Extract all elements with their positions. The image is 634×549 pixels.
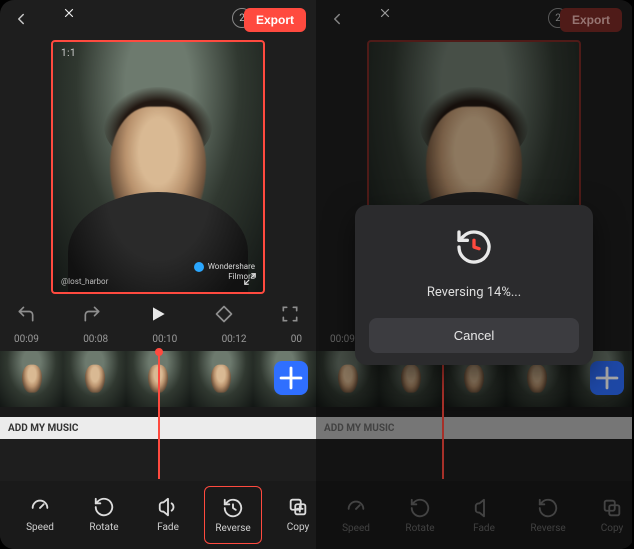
add-clip-button[interactable]: [274, 361, 308, 395]
tool-rotate: Rotate: [392, 487, 448, 543]
reversing-icon: [454, 227, 494, 267]
time-tick: 00:10: [152, 334, 177, 345]
playhead[interactable]: [158, 351, 160, 479]
thumbnail: [0, 351, 63, 407]
tool-fade[interactable]: Fade: [140, 486, 196, 542]
preview-caption: @lost_harbor: [61, 277, 108, 286]
time-tick: 00:08: [83, 334, 108, 345]
time-tick: 00:09: [330, 334, 355, 345]
close-icon[interactable]: [62, 6, 76, 20]
tool-label: Reverse: [215, 523, 250, 534]
add-clip-button: [590, 361, 624, 395]
back-icon[interactable]: [12, 10, 30, 28]
close-icon: [378, 6, 392, 20]
undo-icon[interactable]: [16, 304, 36, 324]
time-tick: 00:12: [222, 334, 247, 345]
tool-reverse: Reverse: [520, 487, 576, 543]
play-icon[interactable]: [148, 304, 168, 324]
tool-reverse[interactable]: Reverse: [204, 486, 262, 544]
fade-icon: [157, 496, 179, 518]
tool-copy[interactable]: Copy: [270, 486, 316, 542]
tools-bar: Speed Rotate Fade Reverse Copy: [0, 481, 316, 549]
video-preview[interactable]: 1:1 Wondershare Filmora @lost_harbor: [51, 40, 265, 294]
reverse-icon: [222, 497, 244, 519]
tools-bar: Speed Rotate Fade Reverse Copy: [316, 481, 632, 549]
tool-label: Rotate: [89, 522, 118, 533]
progress-text: Reversing 14%...: [369, 285, 579, 300]
thumbnail: [190, 351, 253, 407]
top-bar: 2 Export: [0, 0, 316, 40]
timeline-area: ADD MY MUSIC: [0, 351, 316, 439]
redo-icon[interactable]: [82, 304, 102, 324]
tool-rotate[interactable]: Rotate: [76, 486, 132, 542]
player-controls: [0, 294, 316, 334]
tool-speed: Speed: [328, 487, 384, 543]
cancel-button[interactable]: Cancel: [369, 318, 579, 353]
tool-label: Speed: [26, 522, 54, 533]
speed-icon: [29, 496, 51, 518]
aspect-label: 1:1: [61, 48, 76, 59]
keyframe-icon[interactable]: [214, 304, 234, 324]
tool-label: Fade: [157, 522, 179, 533]
add-music-bar: ADD MY MUSIC: [316, 417, 632, 439]
copy-icon: [287, 496, 309, 518]
export-button[interactable]: Export: [244, 8, 306, 32]
expand-icon[interactable]: [243, 272, 257, 286]
thumbnail: [63, 351, 126, 407]
fullscreen-icon[interactable]: [280, 304, 300, 324]
time-tick: 00:09: [14, 334, 39, 345]
tool-label: Copy: [287, 522, 310, 533]
progress-modal: Reversing 14%... Cancel: [355, 205, 593, 365]
back-icon: [328, 10, 346, 28]
time-tick: 00: [291, 334, 302, 345]
playhead: [442, 351, 444, 479]
tool-speed[interactable]: Speed: [12, 486, 68, 542]
tool-fade: Fade: [456, 487, 512, 543]
editor-pane-processing: 2 Export 00:09 ADD MY MUSIC: [316, 0, 632, 549]
editor-pane: 2 Export 1:1 Wondershare Filmora @lost_h…: [0, 0, 316, 549]
tool-copy: Copy: [584, 487, 632, 543]
export-button: Export: [560, 8, 622, 32]
rotate-icon: [93, 496, 115, 518]
